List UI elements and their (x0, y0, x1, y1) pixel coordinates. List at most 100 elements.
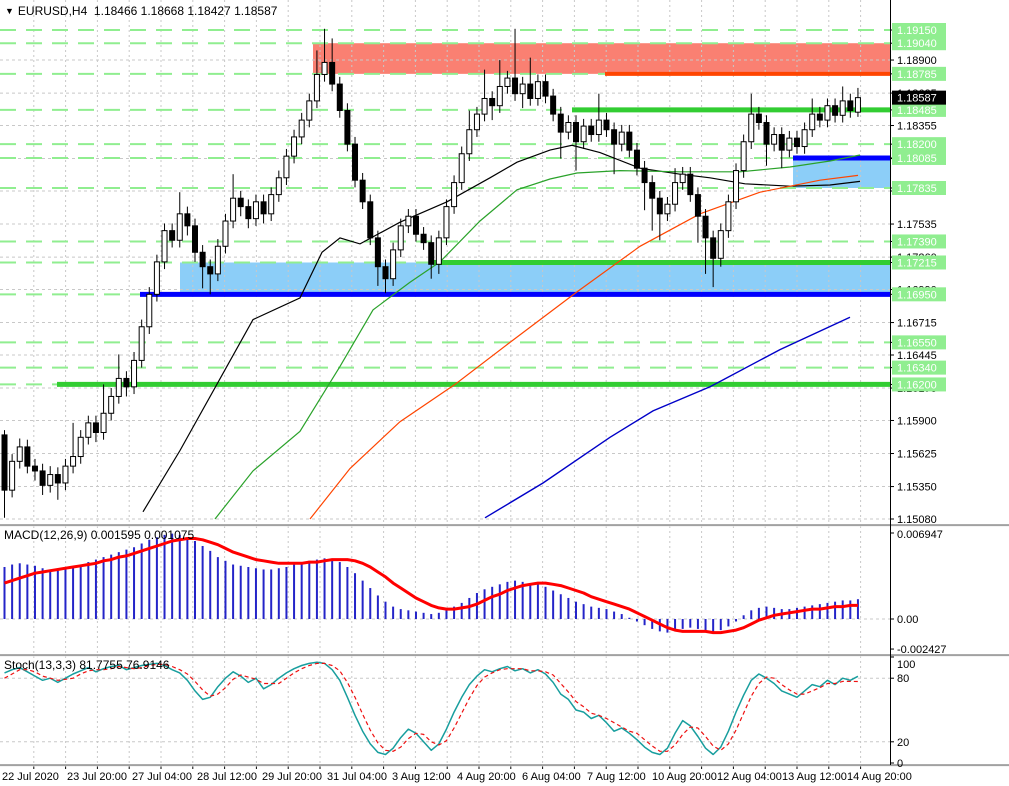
time-axis-label: 13 Aug 12:00 (782, 771, 847, 783)
candlestick (153, 261, 160, 295)
candlestick (420, 233, 427, 244)
candlestick (496, 85, 503, 107)
candlestick (481, 97, 488, 115)
price-axis-label: 1.16715 (897, 318, 937, 330)
candlestick (573, 122, 579, 143)
time-axis-label: 28 Jul 12:00 (197, 771, 257, 783)
chart-title: ▼ EURUSD,H4 1.18466 1.18668 1.18427 1.185… (5, 4, 277, 18)
candlestick (527, 83, 534, 99)
candlestick (9, 460, 16, 491)
candlestick (626, 131, 633, 151)
time-axis-label: 27 Jul 04:00 (132, 771, 192, 783)
candlestick (854, 97, 861, 113)
candlestick (733, 170, 740, 203)
candlestick (832, 105, 839, 116)
candlestick (664, 203, 671, 215)
candlestick (92, 422, 99, 433)
candlestick (702, 215, 709, 239)
price-axis-label: 1.15900 (897, 415, 937, 427)
candlestick (816, 113, 823, 121)
price-level-badge-text: 1.18200 (897, 139, 937, 151)
stoch-axis-label: 20 (897, 737, 909, 749)
candlestick (161, 230, 168, 263)
candlestick (146, 293, 153, 328)
candlestick (313, 73, 320, 102)
candlestick (793, 137, 800, 148)
candlestick (771, 134, 778, 145)
candlestick (245, 206, 252, 220)
candlestick (778, 134, 785, 151)
time-axis-label: 10 Aug 20:00 (652, 771, 717, 783)
candlestick (412, 215, 419, 235)
macd-axis-label: 0.00 (897, 614, 918, 626)
candlestick (725, 201, 732, 232)
candlestick (230, 197, 237, 222)
candlestick (618, 131, 625, 145)
time-axis-label: 22 Jul 2020 (2, 771, 59, 783)
candlestick (16, 446, 23, 462)
candlestick (687, 173, 694, 196)
candlestick (451, 182, 458, 208)
candlestick (359, 179, 366, 203)
candlestick (443, 206, 450, 239)
candlestick (100, 412, 107, 433)
candlestick (329, 61, 336, 85)
candlestick (588, 125, 595, 136)
candlestick (435, 237, 442, 265)
price-axis-label: 1.18900 (897, 55, 937, 67)
candlestick (298, 119, 305, 138)
candlestick (755, 113, 762, 124)
candlestick (138, 326, 145, 361)
candlestick (39, 470, 46, 486)
dropdown-icon[interactable]: ▼ (5, 6, 14, 16)
candlestick (207, 266, 214, 275)
candlestick (382, 266, 389, 280)
candlestick (519, 83, 526, 95)
price-axis-label: 1.15080 (897, 514, 937, 526)
stoch-axis-label: 80 (897, 673, 909, 685)
candlestick (390, 249, 397, 280)
candlestick (740, 141, 747, 172)
price-level-badge-text: 1.17390 (897, 236, 937, 248)
candlestick (679, 173, 686, 184)
candlestick (694, 194, 701, 217)
candlestick (786, 137, 793, 151)
candlestick (275, 177, 282, 196)
candlestick (367, 201, 374, 239)
price-level-badge-text: 1.18785 (897, 69, 937, 81)
candlestick (641, 167, 648, 184)
candlestick (374, 237, 381, 268)
candlestick (291, 136, 298, 157)
candlestick (397, 225, 404, 251)
candlestick (717, 230, 724, 259)
candlestick (77, 436, 84, 458)
candlestick (222, 220, 229, 247)
candlestick (595, 119, 602, 136)
price-axis-label: 1.15625 (897, 449, 937, 461)
current-price-badge-text: 1.18587 (897, 93, 937, 105)
candlestick (557, 113, 564, 133)
candlestick (214, 245, 221, 275)
candlestick (534, 81, 541, 99)
candlestick (473, 113, 480, 131)
stoch-axis-label: 100 (897, 659, 915, 671)
time-axis-label: 3 Aug 12:00 (392, 771, 451, 783)
candlestick (504, 77, 511, 87)
candlestick (344, 109, 351, 145)
candlestick (512, 77, 519, 95)
price-axis-label: 1.18355 (897, 121, 937, 133)
candlestick (458, 153, 465, 184)
candlestick (237, 197, 244, 208)
candlestick (169, 230, 176, 241)
macd-axis-label: -0.002427 (897, 644, 947, 656)
symbol-ohlc-text: EURUSD,H4 1.18466 1.18668 1.18427 1.1858… (17, 4, 278, 18)
candlestick (268, 194, 275, 215)
candlestick (70, 456, 77, 467)
price-axis-label: 1.17535 (897, 219, 937, 231)
candlestick (260, 201, 267, 215)
candlestick (192, 225, 198, 253)
time-axis-label: 4 Aug 20:00 (457, 771, 516, 783)
candlestick (1, 434, 8, 491)
candlestick (252, 201, 259, 220)
time-axis-label: 12 Aug 04:00 (717, 771, 782, 783)
